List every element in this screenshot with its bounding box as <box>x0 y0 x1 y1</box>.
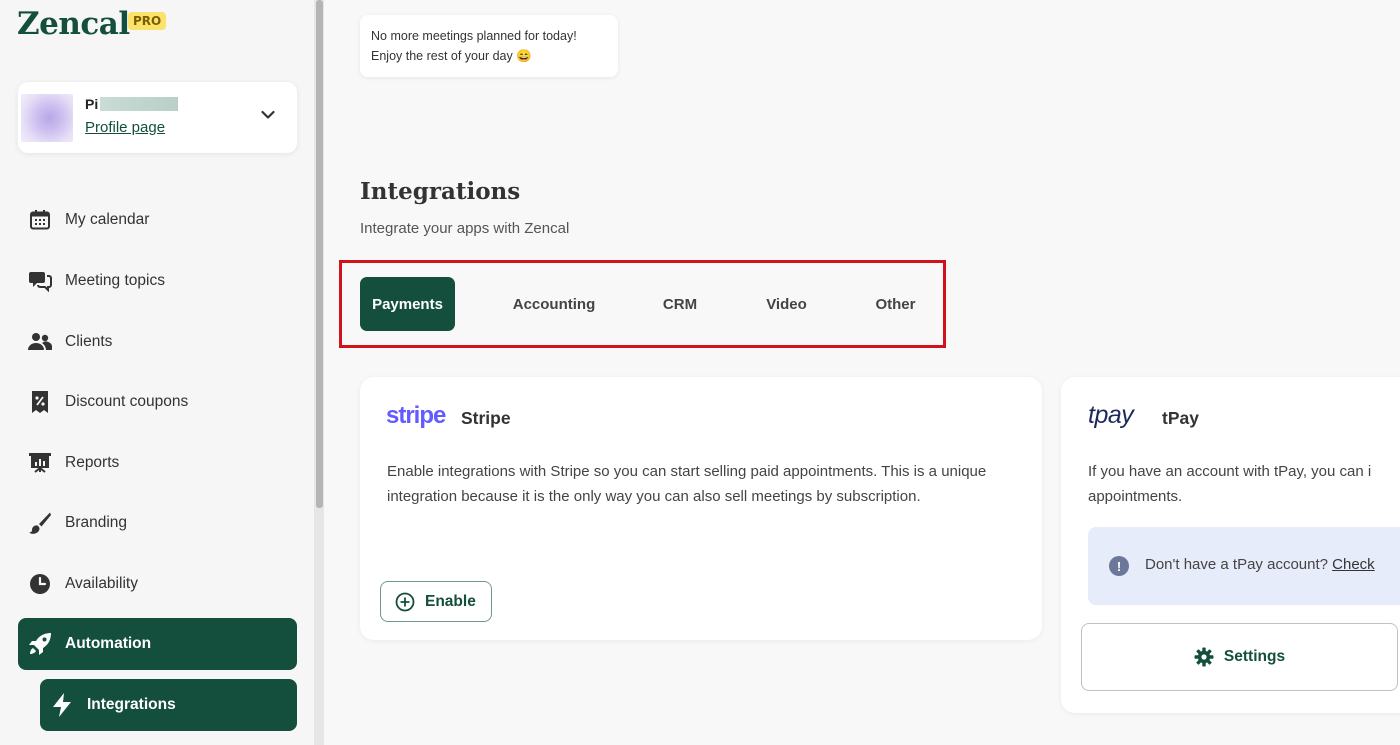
sidebar-item-my-calendar[interactable]: My calendar <box>18 194 297 246</box>
sidebar-item-label: Discount coupons <box>65 393 189 410</box>
chevron-down-icon[interactable] <box>261 110 275 120</box>
tab-other[interactable]: Other <box>864 277 927 331</box>
tab-accounting[interactable]: Accounting <box>499 277 609 331</box>
sidebar-item-label: Availability <box>65 575 138 592</box>
sidebar-scrollbar-thumb[interactable] <box>316 0 323 508</box>
gear-icon <box>1194 647 1214 667</box>
bolt-icon <box>50 693 74 717</box>
enable-button-label: Enable <box>425 592 476 610</box>
notification-toast: No more meetings planned for today! Enjo… <box>360 15 618 77</box>
main-content: No more meetings planned for today! Enjo… <box>324 0 1400 745</box>
toast-line-1: No more meetings planned for today! <box>371 29 577 43</box>
tpay-logo: tpay <box>1088 401 1134 429</box>
tab-payments[interactable]: Payments <box>360 277 455 331</box>
profile-page-link[interactable]: Profile page <box>85 119 165 136</box>
sidebar-item-integrations[interactable]: Integrations <box>40 679 297 731</box>
coupon-icon <box>28 390 52 414</box>
tpay-info-box: ! Don't have a tPay account? Check <box>1088 527 1400 605</box>
info-message: Don't have a tPay account? <box>1145 556 1328 573</box>
toast-line-2: Enjoy the rest of your day 😄 <box>371 49 532 63</box>
calendar-icon <box>28 208 52 232</box>
sidebar-item-branding[interactable]: Branding <box>18 497 297 549</box>
sidebar-item-label: Automation <box>65 635 152 652</box>
settings-button[interactable]: Settings <box>1081 623 1398 691</box>
sidebar-item-label: Clients <box>65 333 113 350</box>
sidebar-item-meeting-topics[interactable]: Meeting topics <box>18 255 297 307</box>
tpay-card-description: If you have an account with tPay, you ca… <box>1088 463 1372 505</box>
pro-badge: PRO <box>128 12 167 30</box>
users-icon <box>28 330 52 354</box>
stripe-integration-card: stripe Stripe Enable integrations with S… <box>360 377 1042 640</box>
sidebar-item-label: Reports <box>65 454 120 471</box>
rocket-icon <box>28 632 52 656</box>
info-icon: ! <box>1109 556 1129 576</box>
stripe-card-title: Stripe <box>461 408 511 428</box>
sidebar-item-clients[interactable]: Clients <box>18 316 297 368</box>
paintbrush-icon <box>28 511 52 535</box>
check-link[interactable]: Check <box>1332 556 1375 573</box>
chat-bubbles-icon <box>28 269 52 293</box>
tab-crm[interactable]: CRM <box>651 277 709 331</box>
sidebar-item-automation[interactable]: Automation <box>18 618 297 670</box>
clock-icon <box>28 572 52 596</box>
sidebar-item-discount-coupons[interactable]: Discount coupons <box>18 376 297 428</box>
settings-button-label: Settings <box>1223 648 1286 665</box>
avatar <box>21 94 73 142</box>
presentation-chart-icon <box>28 451 52 475</box>
stripe-logo: stripe <box>386 402 446 429</box>
tpay-card-title: tPay <box>1162 408 1199 428</box>
sidebar-item-availability[interactable]: Availability <box>18 558 297 610</box>
sidebar-item-reports[interactable]: Reports <box>18 437 297 489</box>
page-title: Integrations <box>360 178 521 205</box>
sidebar-item-label: Integrations <box>87 696 176 713</box>
sidebar-item-label: Branding <box>65 514 128 531</box>
enable-button[interactable]: Enable <box>380 581 492 622</box>
plus-circle-icon <box>395 592 415 611</box>
tpay-integration-card: tpay tPay If you have an account with tP… <box>1061 377 1400 713</box>
app-logo[interactable]: Zencal <box>17 6 130 42</box>
tab-video[interactable]: Video <box>754 277 819 331</box>
stripe-card-description: Enable integrations with Stripe so you c… <box>387 463 987 505</box>
info-text: Don't have a tPay account? Check <box>1145 556 1375 573</box>
sidebar-item-label: Meeting topics <box>65 272 165 289</box>
sidebar-item-label: My calendar <box>65 211 150 228</box>
profile-name: Pi <box>85 96 99 112</box>
sidebar: Zencal PRO Pi Profile page My calendar M… <box>0 0 314 745</box>
redacted-name <box>100 97 178 111</box>
profile-card[interactable]: Pi Profile page <box>18 82 297 153</box>
page-subtitle: Integrate your apps with Zencal <box>360 220 570 237</box>
